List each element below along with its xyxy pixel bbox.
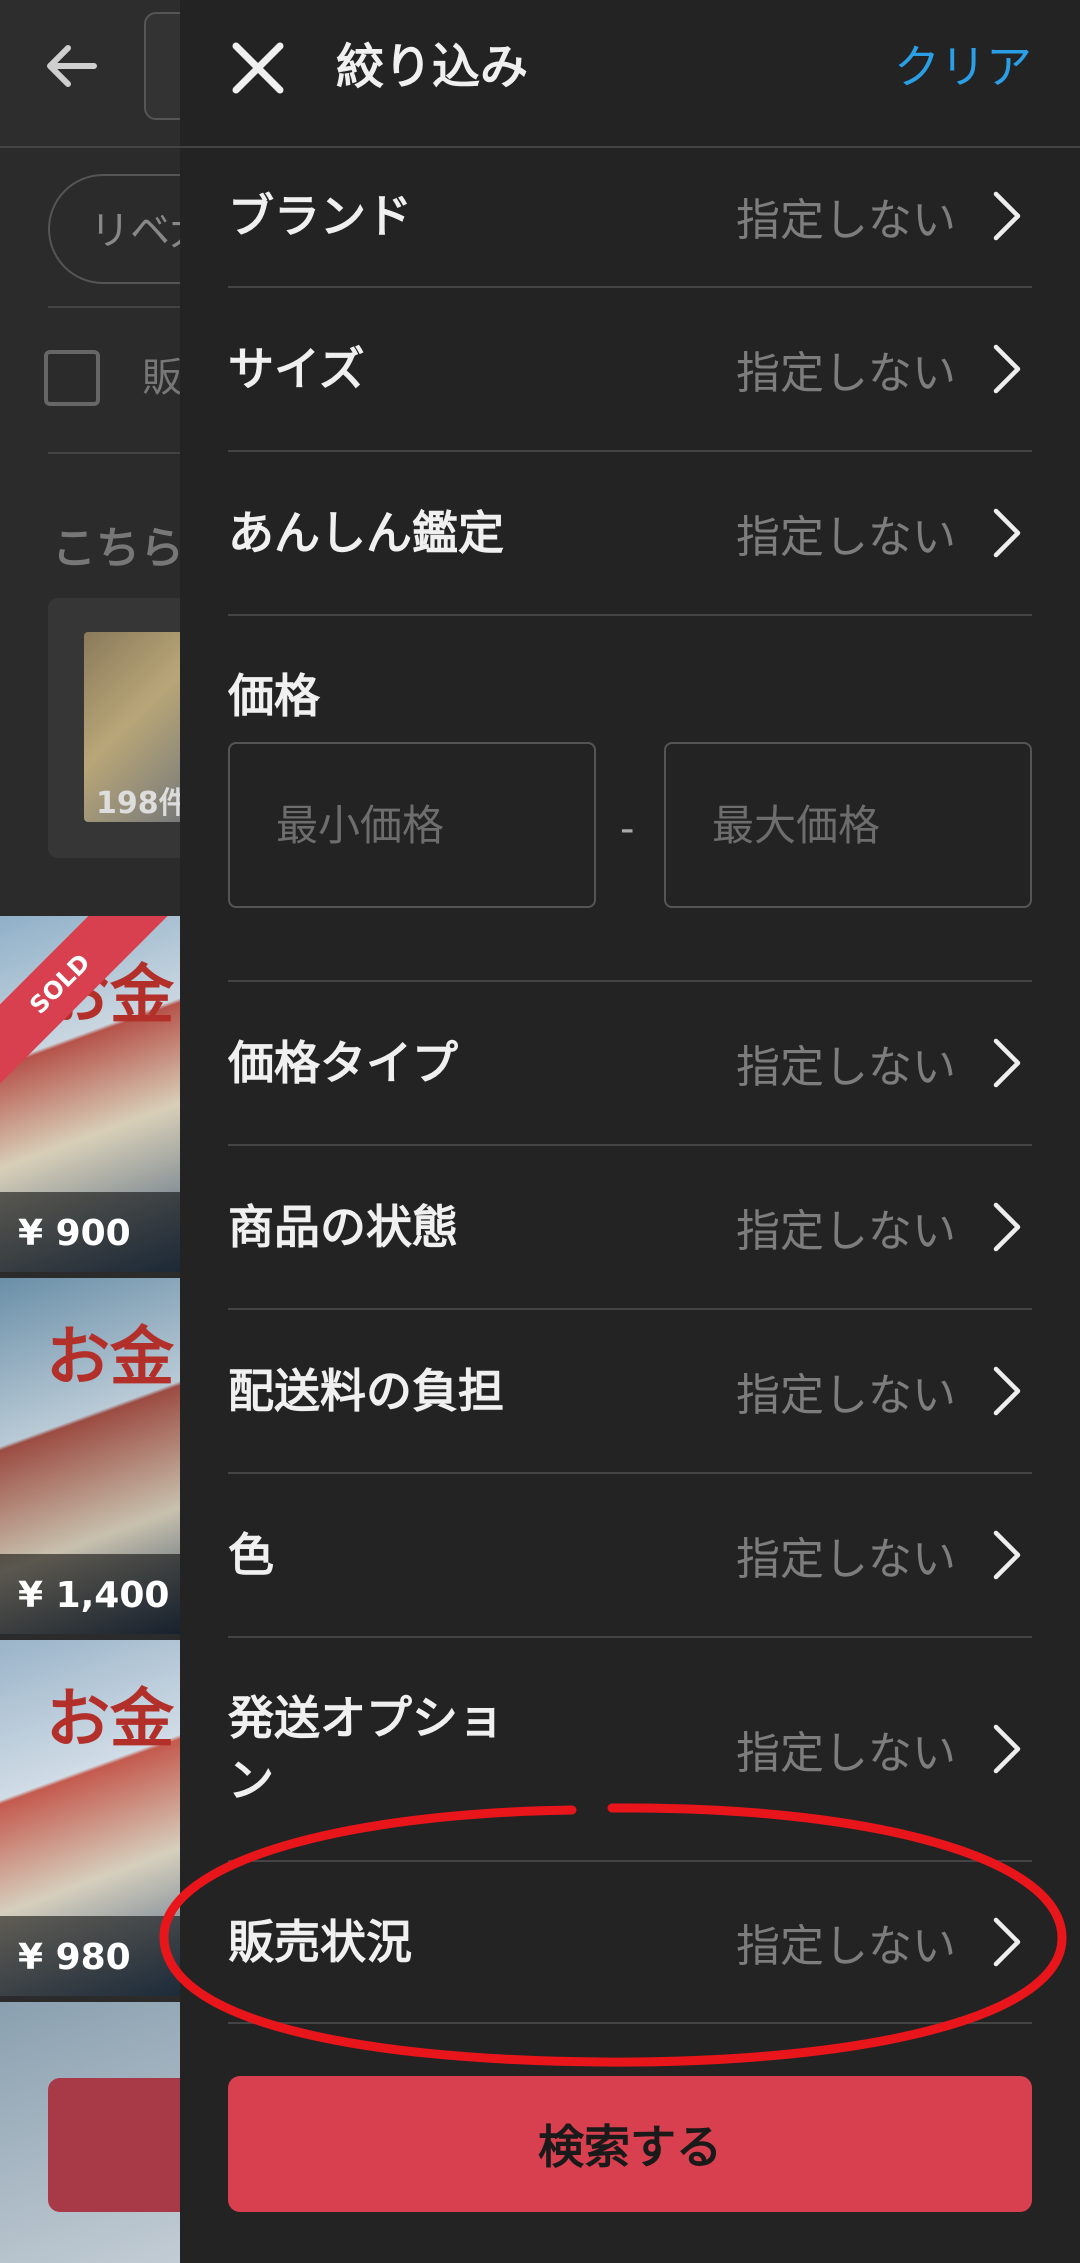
chevron-right-icon bbox=[993, 1724, 1021, 1774]
filter-row-label: 販売状況 bbox=[228, 1914, 412, 1969]
chevron-right-icon bbox=[993, 1366, 1021, 1416]
price-separator: - bbox=[620, 806, 635, 852]
filter-title: 絞り込み bbox=[336, 39, 529, 95]
back-arrow-icon[interactable] bbox=[40, 34, 104, 98]
clear-button[interactable]: クリア bbox=[894, 0, 1032, 134]
filter-row-condition[interactable]: 商品の状態 指定しない bbox=[228, 1146, 1032, 1310]
filter-row-value: 指定しない bbox=[736, 1534, 956, 1585]
chevron-right-icon bbox=[993, 1202, 1021, 1252]
product-tile[interactable]: お金 ¥ 980 bbox=[0, 1640, 180, 1996]
close-icon[interactable] bbox=[222, 32, 294, 104]
chevron-right-icon bbox=[993, 508, 1021, 558]
suggestion-count: 198件 bbox=[96, 786, 189, 821]
filter-row-label: 商品の状態 bbox=[228, 1199, 458, 1254]
filter-row-value: 指定しない bbox=[736, 512, 956, 563]
filter-row-value: 指定しない bbox=[736, 195, 956, 246]
product-price: ¥ 1,400 bbox=[18, 1575, 170, 1616]
chevron-right-icon bbox=[993, 344, 1021, 394]
product-tile[interactable]: お金 ¥ 1,400 bbox=[0, 1278, 180, 1634]
chevron-right-icon bbox=[993, 1917, 1021, 1967]
chevron-right-icon bbox=[993, 1038, 1021, 1088]
filter-row-label: 価格タイプ bbox=[228, 1035, 458, 1090]
filter-row-value: 指定しない bbox=[736, 1728, 956, 1779]
product-cover-title: お金 bbox=[46, 1321, 174, 1395]
filter-header: 絞り込み クリア bbox=[180, 0, 1080, 148]
product-price: ¥ 980 bbox=[18, 1937, 131, 1978]
filter-row-value: 指定しない bbox=[736, 1206, 956, 1257]
filter-row-brand[interactable]: ブランド 指定しない bbox=[228, 146, 1032, 288]
filter-row-size[interactable]: サイズ 指定しない bbox=[228, 288, 1032, 452]
filter-row-shipping-option[interactable]: 発送オプション 指定しない bbox=[228, 1638, 1032, 1862]
filter-panel: 絞り込み クリア ブランド 指定しない サイズ 指定しない あんしん鑑定 指定し… bbox=[180, 0, 1080, 2263]
filter-row-value: 指定しない bbox=[736, 1042, 956, 1093]
filter-row-label: 発送オプション bbox=[228, 1690, 504, 1807]
product-cover-title: お金 bbox=[46, 1683, 174, 1757]
chevron-right-icon bbox=[993, 1530, 1021, 1580]
screen: リベ大 販 こちら 198件 お金 SOLD ¥ 900 お金 ¥ 1,400 … bbox=[0, 0, 1080, 2263]
background-section-title: こちら bbox=[52, 523, 184, 574]
background-checkbox[interactable] bbox=[44, 350, 100, 406]
filter-row-authentication[interactable]: あんしん鑑定 指定しない bbox=[228, 452, 1032, 616]
search-button[interactable]: 検索する bbox=[228, 2076, 1032, 2212]
max-price-input[interactable] bbox=[664, 742, 1032, 908]
filter-row-color[interactable]: 色 指定しない bbox=[228, 1474, 1032, 1638]
filter-row-shipping-fee[interactable]: 配送料の負担 指定しない bbox=[228, 1310, 1032, 1474]
min-price-input[interactable] bbox=[228, 742, 596, 908]
filter-row-value: 指定しない bbox=[736, 1921, 956, 1972]
filter-row-label: ブランド bbox=[228, 188, 412, 243]
filter-row-label: あんしん鑑定 bbox=[228, 505, 504, 560]
filter-row-price-type[interactable]: 価格タイプ 指定しない bbox=[228, 982, 1032, 1146]
product-tile[interactable]: お金 SOLD ¥ 900 bbox=[0, 916, 180, 1272]
filter-row-value: 指定しない bbox=[736, 1370, 956, 1421]
filter-row-label: サイズ bbox=[228, 341, 365, 396]
product-price: ¥ 900 bbox=[18, 1213, 131, 1254]
price-label: 価格 bbox=[228, 669, 320, 723]
filter-row-value: 指定しない bbox=[736, 348, 956, 399]
filter-row-label: 色 bbox=[228, 1527, 274, 1582]
chevron-right-icon bbox=[993, 191, 1021, 241]
filter-row-sales-status[interactable]: 販売状況 指定しない bbox=[228, 1862, 1032, 2024]
background-checkbox-label: 販 bbox=[142, 355, 182, 401]
filter-row-label: 配送料の負担 bbox=[228, 1363, 504, 1418]
